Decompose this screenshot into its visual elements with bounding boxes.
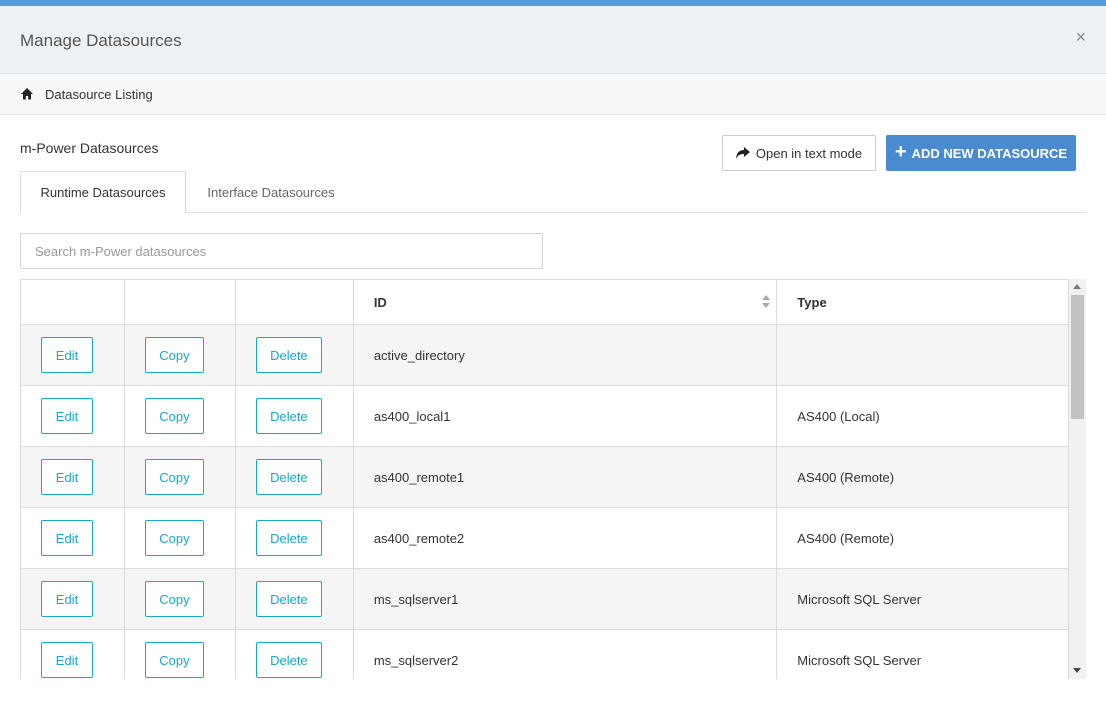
delete-cell: Delete	[234, 385, 354, 447]
breadcrumb: Datasource Listing	[0, 74, 1106, 115]
delete-cell: Delete	[234, 324, 354, 386]
delete-button[interactable]: Delete	[255, 459, 322, 495]
copy-cell: Copy	[123, 629, 236, 679]
datasource-tabs: Runtime Datasources Interface Datasource…	[20, 171, 1086, 214]
scrollbar-thumb[interactable]	[1071, 295, 1084, 419]
table-row: Edit Copy Delete as400_remote2 AS400 (Re…	[20, 507, 1069, 569]
table-row: Edit Copy Delete active_directory	[20, 324, 1069, 386]
delete-cell: Delete	[234, 507, 354, 569]
id-cell: as400_local1	[352, 385, 778, 447]
header-type[interactable]: Type	[776, 279, 1069, 325]
tab-interface-datasources[interactable]: Interface Datasources	[186, 171, 356, 213]
type-cell: Microsoft SQL Server	[776, 568, 1069, 630]
table-header-row: ID Type	[20, 279, 1069, 325]
delete-cell: Delete	[234, 568, 354, 630]
type-cell: AS400 (Remote)	[776, 446, 1069, 508]
header-edit-column	[20, 279, 125, 325]
section-title: m-Power Datasources	[20, 140, 159, 156]
copy-button[interactable]: Copy	[144, 642, 204, 678]
edit-button[interactable]: Edit	[41, 581, 93, 617]
edit-button[interactable]: Edit	[41, 398, 93, 434]
scroll-up-icon[interactable]	[1073, 284, 1081, 289]
close-icon[interactable]: ×	[1075, 27, 1086, 48]
scroll-down-icon[interactable]	[1073, 668, 1081, 673]
edit-cell: Edit	[20, 324, 125, 386]
edit-cell: Edit	[20, 568, 125, 630]
add-datasource-button[interactable]: + ADD NEW DATASOURCE	[886, 135, 1076, 171]
id-cell: as400_remote2	[352, 507, 778, 569]
share-arrow-icon	[735, 147, 750, 159]
copy-button[interactable]: Copy	[144, 337, 204, 373]
id-cell: ms_sqlserver2	[352, 629, 778, 679]
delete-button[interactable]: Delete	[255, 520, 322, 556]
copy-cell: Copy	[123, 507, 236, 569]
id-cell: as400_remote1	[352, 446, 778, 508]
open-text-mode-button[interactable]: Open in text mode	[722, 135, 876, 171]
header-id-label: ID	[373, 294, 387, 310]
type-cell: AS400 (Remote)	[776, 507, 1069, 569]
vertical-scrollbar[interactable]	[1069, 279, 1086, 679]
datasource-table-container: ID Type Edit Copy Delete active_director…	[20, 279, 1086, 679]
add-datasource-label: ADD NEW DATASOURCE	[911, 145, 1068, 161]
delete-button[interactable]: Delete	[255, 337, 322, 373]
edit-cell: Edit	[20, 385, 125, 447]
id-cell: active_directory	[352, 324, 778, 386]
copy-cell: Copy	[123, 568, 236, 630]
copy-button[interactable]: Copy	[144, 581, 204, 617]
home-icon[interactable]	[20, 87, 34, 101]
edit-button[interactable]: Edit	[41, 642, 93, 678]
delete-button[interactable]: Delete	[255, 398, 322, 434]
plus-icon: +	[894, 141, 907, 163]
type-cell	[776, 324, 1069, 386]
edit-button[interactable]: Edit	[41, 459, 93, 495]
delete-button[interactable]: Delete	[255, 581, 322, 617]
modal-header: Manage Datasources ×	[0, 6, 1106, 74]
breadcrumb-label[interactable]: Datasource Listing	[45, 87, 153, 102]
copy-button[interactable]: Copy	[144, 520, 204, 556]
modal-title: Manage Datasources	[20, 31, 182, 50]
search-input[interactable]	[20, 233, 543, 269]
type-cell: AS400 (Local)	[776, 385, 1069, 447]
sort-icon[interactable]	[762, 294, 771, 309]
table-row: Edit Copy Delete ms_sqlserver1 Microsoft…	[20, 568, 1069, 630]
header-delete-column	[234, 279, 354, 325]
type-cell: Microsoft SQL Server	[776, 629, 1069, 679]
copy-cell: Copy	[123, 446, 236, 508]
delete-cell: Delete	[234, 446, 354, 508]
header-copy-column	[123, 279, 236, 325]
edit-cell: Edit	[20, 507, 125, 569]
edit-button[interactable]: Edit	[41, 337, 93, 373]
edit-cell: Edit	[20, 629, 125, 679]
table-row: Edit Copy Delete as400_remote1 AS400 (Re…	[20, 446, 1069, 508]
edit-cell: Edit	[20, 446, 125, 508]
copy-button[interactable]: Copy	[144, 398, 204, 434]
id-cell: ms_sqlserver1	[352, 568, 778, 630]
open-text-mode-label: Open in text mode	[755, 145, 863, 161]
edit-button[interactable]: Edit	[41, 520, 93, 556]
copy-cell: Copy	[123, 385, 236, 447]
table-row: Edit Copy Delete ms_sqlserver2 Microsoft…	[20, 629, 1069, 679]
copy-cell: Copy	[123, 324, 236, 386]
tab-runtime-datasources[interactable]: Runtime Datasources	[20, 171, 186, 214]
delete-cell: Delete	[234, 629, 354, 679]
datasource-table: ID Type Edit Copy Delete active_director…	[20, 279, 1069, 679]
delete-button[interactable]: Delete	[255, 642, 322, 678]
copy-button[interactable]: Copy	[144, 459, 204, 495]
header-id[interactable]: ID	[352, 279, 778, 325]
table-row: Edit Copy Delete as400_local1 AS400 (Loc…	[20, 385, 1069, 447]
